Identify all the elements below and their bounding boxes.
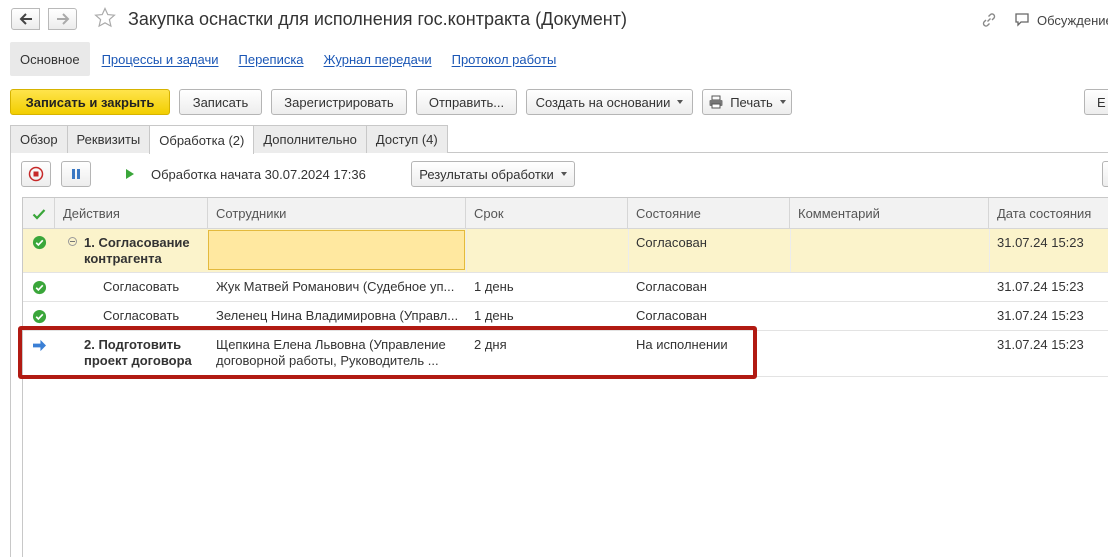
command-bar: Записать и закрыть Записать Зарегистриро… bbox=[0, 89, 1108, 115]
column-divider bbox=[790, 229, 791, 272]
check-icon bbox=[32, 208, 46, 220]
table-row[interactable]: Согласовать Жук Матвей Романович (Судебн… bbox=[23, 273, 1108, 302]
save-button[interactable]: Записать bbox=[179, 89, 262, 115]
save-close-button[interactable]: Записать и закрыть bbox=[10, 89, 170, 115]
row-date: 31.07.24 15:23 bbox=[997, 308, 1084, 323]
row-action: Согласовать bbox=[103, 279, 180, 294]
create-based-label: Создать на основании bbox=[535, 94, 671, 110]
row-date: 31.07.24 15:23 bbox=[997, 279, 1084, 294]
chevron-down-icon bbox=[779, 100, 786, 104]
section-transfer-log[interactable]: Журнал передачи bbox=[324, 52, 432, 67]
tab-overview[interactable]: Обзор bbox=[10, 125, 68, 153]
column-divider bbox=[466, 229, 467, 272]
grid-header: Действия Сотрудники Срок Состояние Комме… bbox=[23, 198, 1108, 229]
row-date: 31.07.24 15:23 bbox=[997, 337, 1084, 352]
arrow-right-icon bbox=[56, 13, 69, 25]
section-bar: Основное Процессы и задачи Переписка Жур… bbox=[10, 42, 564, 76]
header-comment[interactable]: Комментарий bbox=[790, 198, 989, 229]
more-processing-button[interactable] bbox=[1102, 161, 1108, 187]
create-based-button[interactable]: Создать на основании bbox=[526, 89, 693, 115]
chat-icon[interactable] bbox=[1013, 11, 1031, 29]
employees-cell-focused[interactable] bbox=[208, 230, 465, 270]
tab-access[interactable]: Доступ (4) bbox=[365, 125, 448, 153]
link-icon[interactable] bbox=[980, 11, 998, 29]
column-divider bbox=[628, 229, 629, 272]
header-employees[interactable]: Сотрудники bbox=[208, 198, 466, 229]
pause-button[interactable] bbox=[61, 161, 91, 187]
header-term[interactable]: Срок bbox=[466, 198, 628, 229]
results-button[interactable]: Результаты обработки bbox=[411, 161, 575, 187]
chevron-down-icon bbox=[677, 100, 684, 104]
print-label: Печать bbox=[730, 94, 773, 110]
tab-processing[interactable]: Обработка (2) bbox=[149, 125, 255, 154]
row-employees: Зеленец Нина Владимировна (Управл... bbox=[216, 308, 459, 323]
row-employees: Жук Матвей Романович (Судебное уп... bbox=[216, 279, 455, 294]
row-action: Согласовать bbox=[103, 308, 180, 323]
section-correspondence[interactable]: Переписка bbox=[239, 52, 304, 67]
more-button[interactable]: Е bbox=[1084, 89, 1108, 115]
table-row[interactable]: 1. Согласование контрагента Согласован 3… bbox=[23, 229, 1108, 273]
page-title: Закупка оснастки для исполнения гос.конт… bbox=[128, 9, 627, 29]
tab-bar: Обзор Реквизиты Обработка (2) Дополнител… bbox=[10, 125, 448, 154]
header-state[interactable]: Состояние bbox=[628, 198, 790, 229]
row-action: 1. Согласование контрагента bbox=[84, 235, 190, 266]
tab-details[interactable]: Реквизиты bbox=[66, 125, 151, 153]
row-state: Согласован bbox=[636, 279, 707, 294]
header-state-date[interactable]: Дата состояния bbox=[989, 198, 1108, 229]
header-status[interactable] bbox=[23, 198, 55, 229]
back-button[interactable] bbox=[11, 8, 40, 30]
chevron-down-icon bbox=[560, 172, 567, 176]
row-state: Согласован bbox=[636, 235, 707, 250]
section-work-protocol[interactable]: Протокол работы bbox=[452, 52, 557, 67]
pause-icon bbox=[72, 169, 80, 179]
discussion-button[interactable]: Обсуждение bbox=[1037, 13, 1108, 28]
register-button[interactable]: Зарегистрировать bbox=[271, 89, 407, 115]
row-term: 1 день bbox=[474, 279, 514, 294]
title-bar: Закупка оснастки для исполнения гос.конт… bbox=[0, 0, 1108, 40]
row-date: 31.07.24 15:23 bbox=[997, 235, 1084, 250]
check-circle-icon bbox=[32, 280, 47, 295]
printer-icon bbox=[709, 95, 723, 109]
processing-bar: Обработка начата 30.07.2024 17:36 Резуль… bbox=[20, 161, 1108, 187]
section-main[interactable]: Основное bbox=[10, 42, 90, 76]
play-icon bbox=[126, 169, 134, 179]
arrow-left-icon bbox=[19, 13, 32, 25]
highlight-frame bbox=[18, 326, 757, 379]
tab-additional[interactable]: Дополнительно bbox=[253, 125, 367, 153]
stop-icon bbox=[28, 166, 44, 182]
row-term: 1 день bbox=[474, 308, 514, 323]
header-actions[interactable]: Действия bbox=[55, 198, 208, 229]
processing-status: Обработка начата 30.07.2024 17:36 bbox=[151, 167, 366, 182]
check-circle-icon bbox=[32, 309, 47, 324]
check-circle-icon bbox=[32, 235, 47, 250]
forward-button[interactable] bbox=[48, 8, 77, 30]
print-button[interactable]: Печать bbox=[702, 89, 792, 115]
section-processes[interactable]: Процессы и задачи bbox=[102, 52, 219, 67]
row-state: Согласован bbox=[636, 308, 707, 323]
results-label: Результаты обработки bbox=[419, 166, 554, 182]
send-button[interactable]: Отправить... bbox=[416, 89, 517, 115]
star-icon[interactable] bbox=[93, 6, 117, 30]
stop-button[interactable] bbox=[21, 161, 51, 187]
